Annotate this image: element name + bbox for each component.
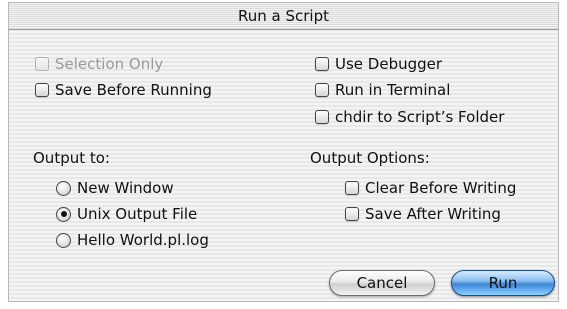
output-to-heading: Output to: bbox=[33, 149, 110, 167]
checkbox-icon bbox=[35, 57, 49, 71]
checkbox-icon bbox=[345, 181, 359, 195]
run-button[interactable]: Run bbox=[451, 270, 555, 296]
output-log-file-radio[interactable]: Hello World.pl.log bbox=[56, 230, 209, 250]
radio-icon bbox=[56, 180, 71, 196]
output-options-heading: Output Options: bbox=[310, 149, 430, 167]
cancel-button[interactable]: Cancel bbox=[329, 270, 435, 296]
run-script-dialog: Run a Script Selection Only Save Before … bbox=[8, 2, 559, 302]
clear-before-writing-label: Clear Before Writing bbox=[365, 179, 517, 197]
checkbox-icon bbox=[345, 207, 359, 221]
checkbox-icon bbox=[315, 57, 329, 71]
chdir-to-script-folder-label: chdir to Script’s Folder bbox=[335, 108, 505, 126]
dialog-title: Run a Script bbox=[9, 3, 558, 30]
radio-selected-icon bbox=[56, 206, 71, 222]
save-after-writing-label: Save After Writing bbox=[365, 205, 501, 223]
radio-icon bbox=[56, 232, 71, 248]
output-log-file-label: Hello World.pl.log bbox=[77, 231, 209, 249]
output-unix-file-label: Unix Output File bbox=[77, 205, 198, 223]
checkbox-icon bbox=[315, 83, 329, 97]
output-new-window-label: New Window bbox=[77, 179, 174, 197]
save-after-writing-checkbox[interactable]: Save After Writing bbox=[345, 204, 501, 224]
selection-only-label: Selection Only bbox=[55, 55, 164, 73]
run-in-terminal-checkbox[interactable]: Run in Terminal bbox=[315, 80, 450, 100]
output-new-window-radio[interactable]: New Window bbox=[56, 178, 174, 198]
chdir-to-script-folder-checkbox[interactable]: chdir to Script’s Folder bbox=[315, 107, 504, 127]
checkbox-icon bbox=[35, 83, 49, 97]
clear-before-writing-checkbox[interactable]: Clear Before Writing bbox=[345, 178, 516, 198]
use-debugger-checkbox[interactable]: Use Debugger bbox=[315, 54, 442, 74]
save-before-running-checkbox[interactable]: Save Before Running bbox=[35, 80, 212, 100]
checkbox-icon bbox=[315, 110, 329, 124]
run-in-terminal-label: Run in Terminal bbox=[335, 81, 451, 99]
selection-only-checkbox[interactable]: Selection Only bbox=[35, 54, 163, 74]
output-unix-file-radio[interactable]: Unix Output File bbox=[56, 204, 197, 224]
use-debugger-label: Use Debugger bbox=[335, 55, 443, 73]
save-before-running-label: Save Before Running bbox=[55, 81, 212, 99]
